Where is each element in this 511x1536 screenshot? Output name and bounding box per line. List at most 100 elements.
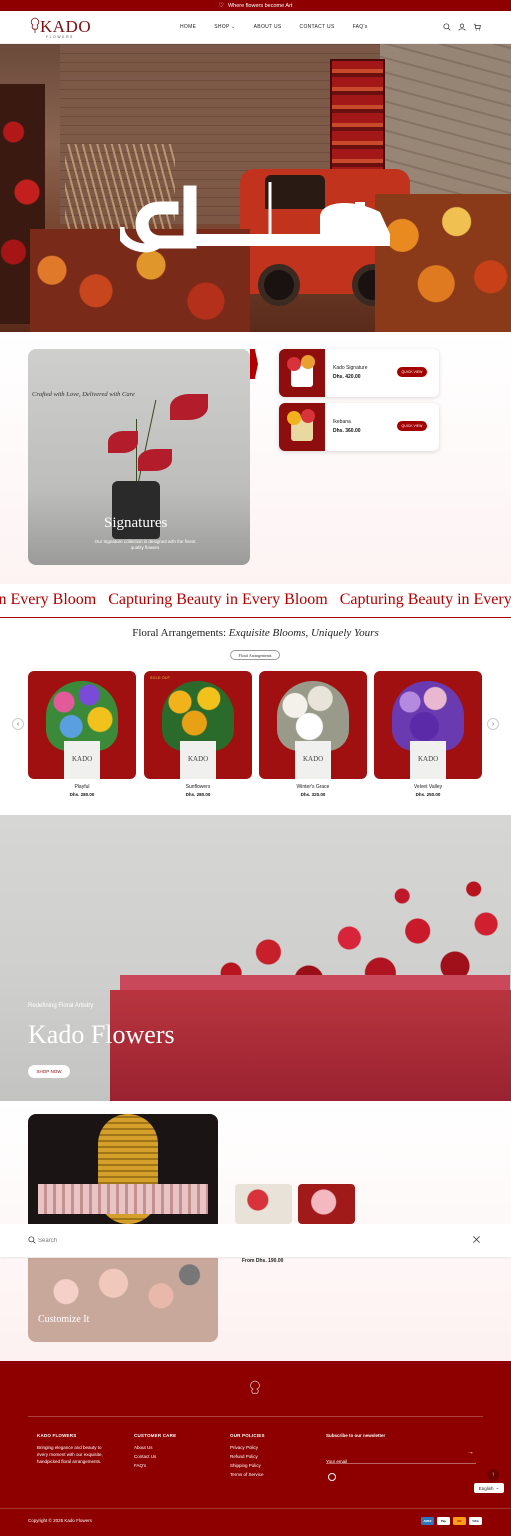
product-card-ikebana[interactable]: Ikebana Dhs. 360.00 QUICK VIEW xyxy=(279,403,439,451)
instagram-icon[interactable] xyxy=(328,1473,336,1481)
footer-link[interactable]: Contact Us xyxy=(134,1454,224,1461)
car-wheel xyxy=(258,264,300,306)
signatures-description: Our Signature collection is designed wit… xyxy=(94,539,196,551)
bag-logo: KADO xyxy=(72,755,93,763)
site-footer: KADO FLOWERS Bringing elegance and beaut… xyxy=(0,1361,511,1536)
nav-faqs[interactable]: FAQ's xyxy=(353,24,368,30)
shop-now-button[interactable]: SHOP NOW xyxy=(28,1065,70,1078)
newsletter: Subscribe to our newsletter → xyxy=(326,1433,476,1481)
main-nav: HOME SHOP ⌄ ABOUT US CONTACT US FAQ's xyxy=(180,24,386,30)
visa-icon: VISA xyxy=(469,1517,482,1525)
footer-about-text: Bringing elegance and beauty to every mo… xyxy=(37,1445,103,1464)
flower-stem xyxy=(136,399,157,489)
newsletter-title: Subscribe to our newsletter xyxy=(326,1433,386,1438)
scroll-to-top-button[interactable]: ↑ xyxy=(487,1469,499,1481)
cart-icon[interactable] xyxy=(473,23,481,31)
close-icon[interactable] xyxy=(472,1235,481,1244)
search-overlay xyxy=(0,1224,511,1257)
product-price: Dhs. 360.00 xyxy=(333,428,361,434)
product-card-sunflowers[interactable]: SOLD OUT KADO xyxy=(144,671,252,779)
hero-image xyxy=(0,44,511,332)
signatures-tagline: Crafted with Love, Delivered with Care xyxy=(32,391,135,398)
bag-logo: KADO xyxy=(188,755,209,763)
sold-out-badge: SOLD OUT xyxy=(150,676,171,680)
footer-link[interactable]: FAQ's xyxy=(134,1463,224,1470)
footer-col-title: CUSTOMER CARE xyxy=(134,1433,177,1438)
product-card-kado-signature[interactable]: Kado Signature Dhs. 420.00 QUICK VIEW xyxy=(279,349,439,397)
embroidered-sleeve xyxy=(38,1184,208,1214)
product-thumbnail[interactable] xyxy=(298,1184,355,1224)
footer-link[interactable]: Shipping Policy xyxy=(230,1463,320,1470)
product-name[interactable]: Playful xyxy=(28,784,136,790)
language-label: English xyxy=(478,1485,494,1491)
anthurium-leaf xyxy=(170,394,208,420)
flower-stem xyxy=(136,419,137,489)
footer-link[interactable]: Privacy Policy xyxy=(230,1445,320,1452)
signatures-card[interactable]: Crafted with Love, Delivered with Care S… xyxy=(28,349,250,565)
gift-bag: KADO xyxy=(295,741,331,779)
nav-home[interactable]: HOME xyxy=(180,24,196,30)
payment-methods: AMEX Pay MC VISA xyxy=(421,1517,482,1525)
bag-logo: KADO xyxy=(303,755,324,763)
customize-title: Customize It xyxy=(38,1314,90,1325)
scrolling-marquee: y in Every Bloom Capturing Beauty in Eve… xyxy=(0,584,511,618)
floral-category-pill[interactable]: Floral Arrangements xyxy=(230,650,280,660)
product-card-velvet-valley[interactable]: KADO xyxy=(374,671,482,779)
footer-col-customer-care: CUSTOMER CARE About Us Contact Us FAQ's xyxy=(134,1433,224,1472)
chevron-down-icon: ⌄ xyxy=(495,1485,500,1490)
search-icon[interactable] xyxy=(443,23,451,31)
nav-about-us[interactable]: ABOUT US xyxy=(254,24,282,30)
footer-link[interactable]: About Us xyxy=(134,1445,224,1452)
chevron-left-icon: ‹ xyxy=(16,720,20,728)
feature-banner: Redefining Floral Artistry Kado Flowers … xyxy=(0,815,511,1101)
product-name[interactable]: Winter's Grace xyxy=(259,784,367,790)
hero-arabic-logo xyxy=(120,182,390,253)
chevron-down-icon: ⌄ xyxy=(229,24,236,30)
floral-heading: Floral Arrangements: Exquisite Blooms, U… xyxy=(0,627,511,639)
marquee-item: Capturing Beauty in Every xyxy=(339,591,511,608)
nav-contact-us[interactable]: CONTACT US xyxy=(300,24,335,30)
product-name[interactable]: Sunflowers xyxy=(144,784,252,790)
search-input[interactable] xyxy=(38,1234,438,1247)
language-selector[interactable]: English ⌄ xyxy=(474,1483,504,1493)
footer-link[interactable]: Refund Policy xyxy=(230,1454,320,1461)
apple-pay-icon: Pay xyxy=(437,1517,450,1525)
hero-rug xyxy=(330,59,385,179)
announcement-text: Where flowers become Art xyxy=(227,2,293,9)
product-name[interactable]: Velvet Valley xyxy=(374,784,482,790)
product-name: Kado Signature xyxy=(333,365,368,371)
quick-view-button[interactable]: QUICK VIEW xyxy=(397,367,427,377)
footer-col-title: KADO FLOWERS xyxy=(37,1433,77,1438)
arrow-right-icon[interactable]: → xyxy=(467,1449,474,1456)
gift-bag: KADO xyxy=(64,741,100,779)
logo[interactable]: KADO FLOWERS xyxy=(28,15,91,41)
product-thumbnail xyxy=(279,403,325,451)
product-thumbnail[interactable] xyxy=(235,1184,292,1224)
footer-col-policies: OUR POLICIES Privacy Policy Refund Polic… xyxy=(230,1433,320,1481)
banner-title: Kado Flowers xyxy=(28,1020,175,1049)
product-name: Ikebana xyxy=(333,419,351,425)
bag-logo: KADO xyxy=(418,755,439,763)
arrow-up-icon: ↑ xyxy=(491,1472,495,1478)
product-thumbnail xyxy=(279,349,325,397)
product-price: Dhs. 280.00 xyxy=(185,792,211,797)
footer-bottom: Copyright © 2025 Kado Flowers AMEX Pay M… xyxy=(0,1508,511,1536)
product-card-playful[interactable]: KADO xyxy=(28,671,136,779)
account-icon[interactable] xyxy=(458,23,466,31)
quick-view-button[interactable]: QUICK VIEW xyxy=(397,421,427,431)
signatures-title: Signatures xyxy=(104,515,168,531)
product-card-winters-grace[interactable]: KADO xyxy=(259,671,367,779)
carousel-next-button[interactable]: › xyxy=(487,718,499,730)
footer-link[interactable]: Terms of Service xyxy=(230,1472,320,1479)
floral-heading-italic: Exquisite Blooms, Uniquely Yours xyxy=(228,627,379,639)
flower-logo-icon xyxy=(250,1380,260,1394)
carousel-prev-button[interactable]: ‹ xyxy=(12,718,24,730)
heart-icon: ♡ xyxy=(218,2,224,9)
anthurium-leaf xyxy=(138,449,172,471)
customize-card-image[interactable] xyxy=(28,1114,218,1224)
footer-col-title: OUR POLICIES xyxy=(230,1433,265,1438)
mastercard-icon: MC xyxy=(453,1517,466,1525)
slider-indicator xyxy=(250,349,258,379)
nav-shop[interactable]: SHOP ⌄ xyxy=(214,24,235,30)
customize-card-lower[interactable]: Customize It xyxy=(28,1258,218,1342)
